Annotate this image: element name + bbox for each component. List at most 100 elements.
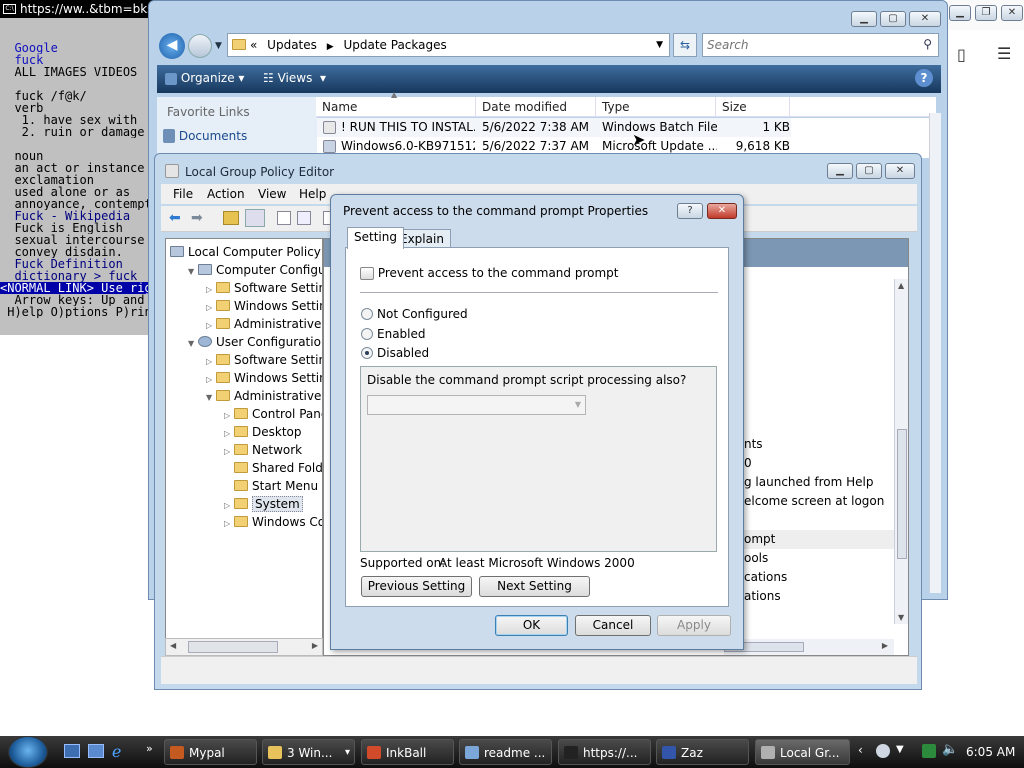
script-processing-select[interactable]: ▼ [367, 395, 586, 415]
next-setting-button[interactable]: Next Setting [479, 576, 590, 597]
close-button[interactable]: ✕ [909, 11, 941, 27]
restore-button[interactable]: ❐ [975, 5, 997, 21]
policy-list-item[interactable]: nts [744, 435, 894, 454]
forward-arrow-icon[interactable]: ➡ [191, 210, 203, 226]
tree-node[interactable]: ▷ Desktop [224, 423, 302, 441]
tree-node[interactable]: ▷Control Panel [224, 405, 322, 423]
history-dropdown-icon[interactable]: ▼ [215, 41, 222, 51]
volume-icon[interactable]: 🔈 [942, 742, 958, 757]
taskbar-button[interactable]: Mypal [164, 739, 257, 765]
tree-node[interactable]: ▼ Administrative Templates [206, 387, 322, 407]
expanded-arrow-icon[interactable]: ▼ [188, 263, 198, 281]
tree-hscrollbar[interactable]: ◀ ▶ [165, 638, 323, 656]
radio-disabled[interactable]: Disabled [361, 344, 429, 362]
column-type[interactable]: Type [596, 97, 716, 117]
tree-node[interactable]: ▷ Network [224, 441, 302, 459]
radio-enabled[interactable]: Enabled [361, 325, 426, 343]
tree-node[interactable]: ▷Windows Settings [206, 369, 322, 387]
expanded-arrow-icon[interactable]: ▼ [188, 335, 198, 353]
console-titlebar[interactable]: C:\ https://ww..&tbm=bks& [0, 0, 159, 18]
column-size[interactable]: Size [716, 97, 790, 117]
policy-list-item[interactable]: ompt [744, 530, 894, 549]
close-button[interactable]: ✕ [885, 163, 915, 179]
list-hscrollbar[interactable]: ▶ [724, 639, 894, 655]
maximize-button[interactable]: ▢ [856, 163, 882, 179]
chevron-left-icon[interactable]: ‹ [858, 743, 863, 757]
policy-list-item[interactable]: 0 [744, 454, 894, 473]
tree-node[interactable]: Shared Folders [224, 459, 322, 477]
policy-list-item[interactable]: g launched from Help [744, 473, 894, 492]
cancel-button[interactable]: Cancel [575, 615, 651, 636]
network-status-icon[interactable] [922, 744, 936, 758]
organize-button[interactable]: Organize ▾ [165, 71, 244, 85]
back-arrow-icon[interactable]: ⬅ [169, 210, 181, 226]
menu-icon[interactable]: ☰ [997, 44, 1011, 63]
sidebar-icon[interactable]: ▯ [957, 45, 966, 64]
chevron-right-icon[interactable]: » [146, 742, 153, 755]
search-input[interactable] [703, 34, 903, 56]
taskbar-button[interactable]: InkBall [361, 739, 454, 765]
policy-list-item[interactable]: elcome screen at logon [744, 492, 894, 511]
radio-not-configured[interactable]: Not Configured [361, 305, 468, 323]
taskbar-button[interactable]: readme ... [459, 739, 552, 765]
taskbar-button[interactable]: Zaz [656, 739, 749, 765]
chevron-down-icon[interactable]: ▼ [896, 744, 904, 755]
tree-node[interactable]: ▷ Windows Components [224, 513, 322, 533]
policy-list-item[interactable]: ools [744, 549, 894, 568]
tree-node[interactable]: ▷Software Settings [206, 351, 322, 369]
up-folder-icon[interactable] [223, 211, 239, 225]
menu-action[interactable]: Action [207, 187, 245, 201]
taskbar-button[interactable]: 3 Win... ▾ [262, 739, 355, 765]
views-button[interactable]: ☷ Views ▾ [263, 71, 326, 85]
tree-node[interactable]: Local Computer Policy [170, 243, 321, 261]
refresh-icon[interactable]: ⇆ [673, 33, 697, 57]
properties-icon[interactable] [277, 211, 291, 225]
tree-node[interactable]: Start Menu and Taskbar [224, 477, 322, 495]
close-button[interactable]: ✕ [1001, 5, 1023, 21]
tree-node[interactable]: ▼ Computer Configuration [188, 261, 322, 281]
tab-setting[interactable]: Setting [347, 227, 404, 249]
taskbar-button[interactable]: https://... [558, 739, 651, 765]
internet-explorer-icon[interactable]: ℯ [112, 742, 121, 761]
taskbar-button[interactable]: Local Gr... [755, 739, 850, 765]
maximize-button[interactable]: ▢ [880, 11, 906, 27]
tree-node[interactable]: ▷Software Settings [206, 279, 322, 297]
column-date-modified[interactable]: Date modified [476, 97, 596, 117]
help-button[interactable]: ? [677, 203, 703, 219]
previous-setting-button[interactable]: Previous Setting [361, 576, 472, 597]
minimize-button[interactable]: ▁ [827, 163, 853, 179]
fav-link-documents[interactable]: Documents [163, 129, 247, 143]
start-button[interactable] [8, 736, 48, 768]
apply-button[interactable]: Apply [657, 615, 731, 636]
close-button[interactable]: ✕ [707, 203, 737, 219]
back-icon[interactable]: ◀ [159, 33, 185, 59]
ok-button[interactable]: OK [495, 615, 568, 636]
column-name[interactable]: Name [316, 97, 476, 117]
clock[interactable]: 6:05 AM [966, 745, 1015, 759]
tree-node[interactable]: ▼ User Configuration [188, 333, 322, 353]
tree-node[interactable]: ▷Windows Settings [206, 297, 322, 315]
search-icon[interactable]: ⚲ [923, 37, 932, 51]
menu-view[interactable]: View [258, 187, 286, 201]
policy-list-item[interactable]: cations [744, 568, 894, 587]
show-tree-icon[interactable] [245, 209, 265, 227]
tree-node[interactable]: ▷ System [224, 495, 303, 513]
menu-file[interactable]: File [173, 187, 193, 201]
minimize-button[interactable]: ▁ [851, 11, 877, 27]
policy-list-item[interactable]: ations [744, 587, 894, 606]
collapsed-arrow-icon[interactable]: ▷ [224, 515, 234, 533]
breadcrumb-updates[interactable]: Updates [267, 38, 317, 52]
chevron-down-icon[interactable]: ▼ [656, 34, 663, 56]
scrollbar[interactable] [929, 113, 941, 593]
tree-node[interactable]: ▷Administrative Templates [206, 315, 322, 333]
network-globe-icon[interactable] [876, 744, 890, 758]
menu-help[interactable]: Help [299, 187, 326, 201]
breadcrumb-update-packages[interactable]: Update Packages [343, 38, 446, 52]
switch-windows-icon[interactable] [88, 744, 104, 758]
group-dropdown-icon[interactable]: ▾ [345, 740, 350, 764]
search-box[interactable]: ⚲ [702, 33, 939, 57]
expanded-arrow-icon[interactable]: ▼ [206, 389, 216, 407]
list-vscrollbar[interactable]: ▲ ▼ [894, 279, 908, 624]
chevron-right-icon[interactable]: ▶ [327, 42, 334, 52]
address-bar[interactable]: « Updates ▶ Update Packages ▼ [227, 33, 670, 57]
